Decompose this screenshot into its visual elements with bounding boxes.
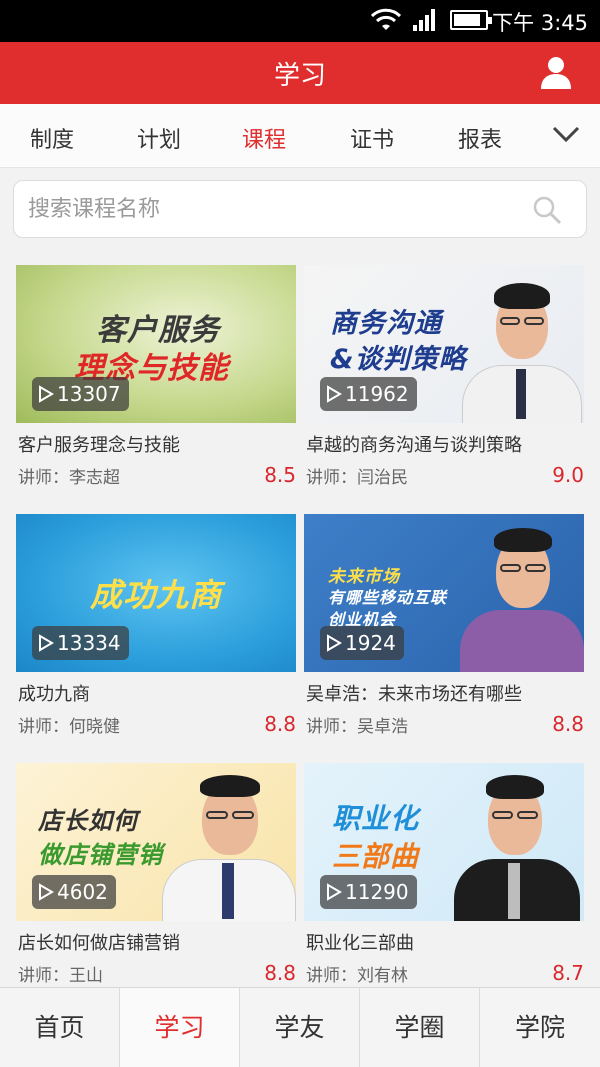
play-count-badge: 13307	[32, 377, 129, 411]
course-lecturer: 讲师：吴卓浩	[306, 717, 408, 737]
page-title: 学习	[273, 61, 326, 91]
thumbnail-line-2: 有哪些移动互联	[328, 588, 448, 607]
play-count-badge: 11962	[320, 377, 417, 411]
play-icon	[327, 385, 342, 403]
play-count: 11290	[345, 880, 409, 904]
status-time: 下午 3:45	[492, 11, 588, 35]
play-count-badge: 4602	[32, 875, 116, 909]
play-count-badge: 1924	[320, 626, 404, 660]
course-title: 成功九商	[18, 684, 90, 705]
course-lecturer: 讲师：李志超	[18, 468, 120, 488]
lecturer-photo	[444, 763, 584, 921]
course-card[interactable]: 客户服务 理念与技能 13307 客户服务理念与技能 讲师：李志超 8.5	[16, 265, 296, 488]
course-lecturer: 讲师：刘有林	[306, 966, 408, 986]
search-input[interactable]	[28, 189, 508, 229]
lecturer-photo	[454, 265, 584, 423]
nav-academy[interactable]: 学院	[480, 988, 600, 1067]
thumbnail-line-1: 职业化	[332, 802, 420, 835]
thumbnail-line-1: 商务沟通	[330, 308, 442, 339]
thumbnail-line-1: 店长如何	[38, 807, 138, 835]
nav-study[interactable]: 学习	[120, 988, 240, 1067]
course-card[interactable]: 职业化 三部曲 11290 职业化三部曲 讲师：刘有林 8.7	[304, 763, 584, 986]
thumbnail-line-2: 做店铺营销	[38, 841, 163, 869]
nav-circle[interactable]: 学圈	[360, 988, 480, 1067]
tab-zhidu[interactable]: 制度	[30, 122, 74, 154]
play-icon	[39, 634, 54, 652]
course-card[interactable]: 未来市场 有哪些移动互联 创业机会 1924 吴卓浩：未来市场还有哪些 讲师：吴…	[304, 514, 584, 737]
course-lecturer: 讲师：何晓健	[18, 717, 120, 737]
search-box	[13, 180, 587, 238]
course-card[interactable]: 成功九商 13334 成功九商 讲师：何晓健 8.8	[16, 514, 296, 737]
play-count-badge: 13334	[32, 626, 129, 660]
course-score: 8.7	[552, 961, 584, 985]
tab-zhengshu[interactable]: 证书	[350, 122, 394, 154]
course-score: 8.8	[264, 961, 296, 985]
play-icon	[39, 385, 54, 403]
course-thumbnail[interactable]: 成功九商 13334	[16, 514, 296, 672]
course-thumbnail[interactable]: 未来市场 有哪些移动互联 创业机会 1924	[304, 514, 584, 672]
lecturer-photo	[454, 514, 584, 672]
title-bar: 学习	[0, 42, 600, 104]
course-card[interactable]: 店长如何 做店铺营销 4602 店长如何做店铺营销 讲师：王山 8.8	[16, 763, 296, 986]
course-score: 8.5	[264, 463, 296, 487]
signal-icon	[413, 9, 435, 31]
tab-kecheng[interactable]: 课程	[242, 122, 286, 154]
search-icon[interactable]	[532, 195, 562, 225]
thumbnail-line-1: 成功九商	[90, 576, 223, 614]
course-thumbnail[interactable]: 客户服务 理念与技能 13307	[16, 265, 296, 423]
course-title: 店长如何做店铺营销	[18, 933, 180, 954]
battery-icon	[450, 10, 492, 30]
tab-jihua[interactable]: 计划	[137, 122, 181, 154]
course-score: 8.8	[552, 712, 584, 736]
play-count: 4602	[57, 880, 108, 904]
course-score: 9.0	[552, 463, 584, 487]
course-card[interactable]: 商务沟通 &谈判策略 11962 卓越的商务沟通与谈判策略 讲师：闫治民 9.0	[304, 265, 584, 488]
thumbnail-line-2: 三部曲	[332, 840, 420, 873]
course-score: 8.8	[264, 712, 296, 736]
play-count: 11962	[345, 382, 409, 406]
course-lecturer: 讲师：王山	[18, 966, 103, 986]
course-title: 吴卓浩：未来市场还有哪些	[306, 684, 522, 705]
thumbnail-line-2: &谈判策略	[330, 344, 467, 375]
play-count: 13334	[57, 631, 121, 655]
course-title: 客户服务理念与技能	[18, 435, 180, 456]
course-lecturer: 讲师：闫治民	[306, 468, 408, 488]
nav-home[interactable]: 首页	[0, 988, 120, 1067]
course-thumbnail[interactable]: 店长如何 做店铺营销 4602	[16, 763, 296, 921]
course-title: 卓越的商务沟通与谈判策略	[306, 435, 522, 456]
nav-classmates[interactable]: 学友	[240, 988, 360, 1067]
tab-baobiao[interactable]: 报表	[458, 122, 502, 154]
wifi-icon	[371, 8, 401, 30]
chevron-down-icon[interactable]	[552, 122, 580, 146]
play-icon	[39, 883, 54, 901]
course-thumbnail[interactable]: 商务沟通 &谈判策略 11962	[304, 265, 584, 423]
play-count: 1924	[345, 631, 396, 655]
play-icon	[327, 883, 342, 901]
bottom-nav: 首页 学习 学友 学圈 学院	[0, 987, 600, 1067]
course-thumbnail[interactable]: 职业化 三部曲 11290	[304, 763, 584, 921]
play-icon	[327, 634, 342, 652]
status-bar: 下午 3:45	[0, 0, 600, 42]
play-count: 13307	[57, 382, 121, 406]
lecturer-photo	[156, 763, 296, 921]
course-title: 职业化三部曲	[306, 933, 414, 954]
play-count-badge: 11290	[320, 875, 417, 909]
category-tabs: 制度 计划 课程 证书 报表	[0, 104, 600, 168]
user-icon[interactable]	[538, 54, 574, 90]
